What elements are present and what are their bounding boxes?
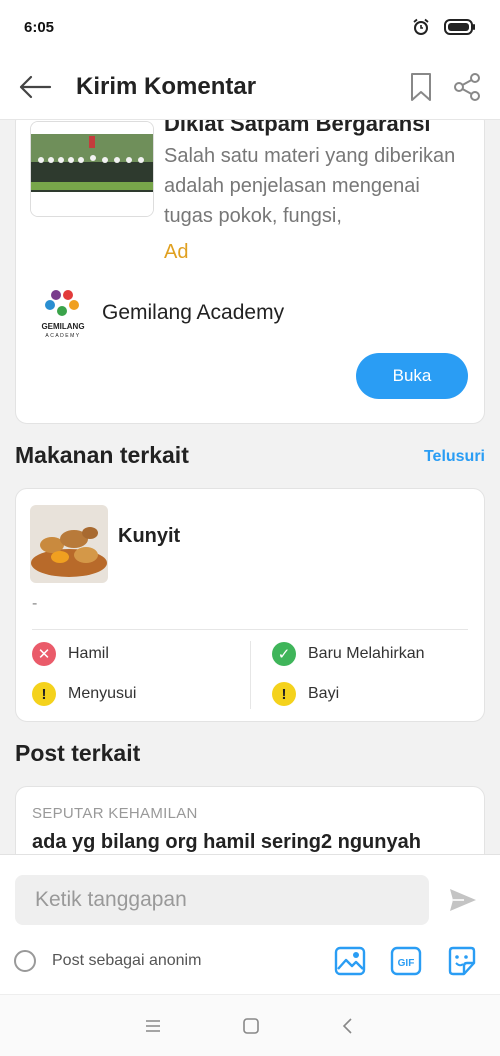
browse-link[interactable]: Telusuri: [424, 448, 485, 466]
open-button[interactable]: Buka: [356, 353, 468, 399]
post-category: SEPUTAR KEHAMILAN: [32, 805, 198, 822]
ad-photo: [31, 122, 153, 216]
battery-icon: [444, 19, 475, 35]
advertiser-logo: GEMILANG ACADEMY: [34, 285, 92, 341]
warning-icon: !: [32, 682, 56, 706]
menu-icon[interactable]: [144, 1018, 162, 1034]
divider-vertical: [250, 641, 251, 709]
food-card[interactable]: Kunyit - ✕ Hamil ✓ Baru Melahirkan ! Men…: [15, 488, 485, 722]
ad-title[interactable]: Diklat Satpam Bergaransi: [164, 120, 431, 137]
food-name[interactable]: Kunyit: [118, 525, 180, 548]
gemilang-logo-icon: GEMILANG ACADEMY: [41, 290, 85, 339]
attachment-tools: GIF: [334, 945, 478, 977]
post-text[interactable]: ada yg bilang org hamil sering2 ngunyah: [32, 831, 421, 854]
safety-postpartum: ✓ Baru Melahirkan: [272, 642, 425, 666]
divider: [32, 629, 468, 630]
ad-card[interactable]: Diklat Satpam Bergaransi Salah satu mate…: [15, 120, 485, 424]
turmeric-photo: [30, 505, 108, 583]
safety-breastfeeding: ! Menyusui: [32, 682, 136, 706]
ad-thumbnail: [30, 121, 154, 217]
gif-icon[interactable]: GIF: [390, 945, 422, 977]
safety-pregnant: ✕ Hamil: [32, 642, 109, 666]
content-area[interactable]: Diklat Satpam Bergaransi Salah satu mate…: [0, 120, 500, 854]
header-actions: [410, 72, 482, 102]
home-icon[interactable]: [242, 1017, 260, 1035]
safety-label: Menyusui: [68, 685, 137, 702]
back-icon[interactable]: [340, 1017, 356, 1035]
related-food-title: Makanan terkait: [15, 442, 189, 468]
alarm-icon: [413, 18, 429, 35]
send-icon[interactable]: [448, 887, 478, 913]
post-card[interactable]: SEPUTAR KEHAMILAN ada yg bilang org hami…: [15, 786, 485, 854]
sticker-icon[interactable]: [446, 945, 478, 977]
logo-text: GEMILANG: [41, 322, 84, 331]
safety-label: Baru Melahirkan: [308, 645, 425, 662]
page-title: Kirim Komentar: [76, 72, 257, 100]
comment-composer: Post sebagai anonim GIF: [0, 854, 500, 994]
related-post-title: Post terkait: [15, 740, 141, 766]
image-icon[interactable]: [334, 945, 366, 977]
svg-text:GIF: GIF: [398, 958, 415, 969]
safety-label: Hamil: [68, 645, 109, 662]
ad-tag: Ad: [164, 241, 189, 263]
safety-label: Bayi: [308, 685, 340, 702]
status-time: 6:05: [24, 18, 55, 36]
food-note: -: [32, 595, 38, 612]
status-icons: [412, 18, 476, 36]
bookmark-icon[interactable]: [410, 72, 432, 102]
check-icon: ✓: [272, 642, 296, 666]
system-nav-bar: [0, 994, 500, 1056]
food-thumbnail: [30, 505, 108, 583]
ad-description: Salah satu materi yang diberikan adalah …: [164, 145, 456, 227]
anonymous-toggle[interactable]: Post sebagai anonim: [14, 950, 201, 972]
app-bar: Kirim Komentar: [0, 54, 500, 120]
cross-icon: ✕: [32, 642, 56, 666]
share-icon[interactable]: [452, 72, 482, 102]
logo-subtext: ACADEMY: [45, 333, 80, 339]
anonymous-radio[interactable]: [14, 950, 36, 972]
anonymous-label: Post sebagai anonim: [52, 952, 202, 969]
comment-input[interactable]: [15, 875, 429, 925]
status-bar: 6:05: [0, 0, 500, 54]
safety-baby: ! Bayi: [272, 682, 339, 706]
back-arrow-icon[interactable]: [18, 75, 52, 99]
advertiser-name: Gemilang Academy: [102, 301, 285, 324]
warning-icon: !: [272, 682, 296, 706]
